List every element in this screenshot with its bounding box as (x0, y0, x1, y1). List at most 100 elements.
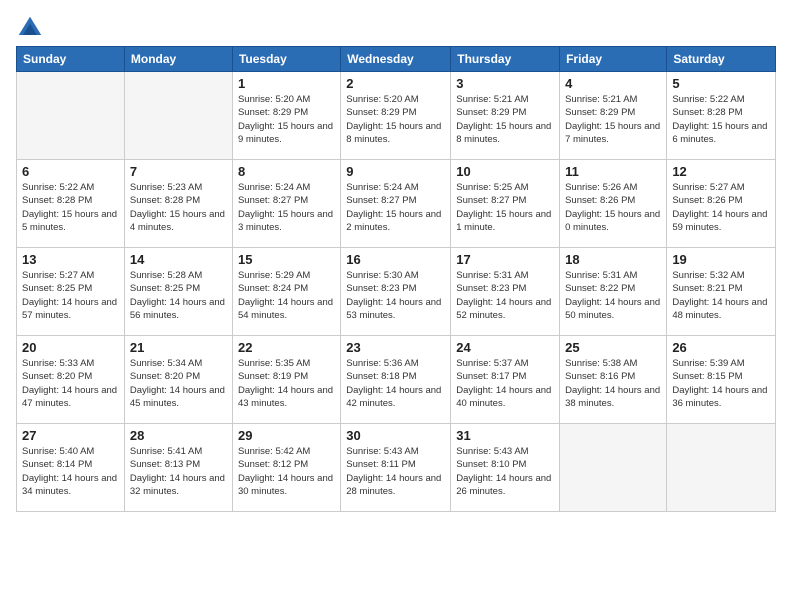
calendar-cell: 28 Sunrise: 5:41 AMSunset: 8:13 PMDayligh… (124, 424, 232, 512)
day-number: 13 (22, 252, 119, 267)
calendar-cell: 15 Sunrise: 5:29 AMSunset: 8:24 PMDayligh… (232, 248, 340, 336)
weekday-header: Friday (560, 47, 667, 72)
weekday-header: Saturday (667, 47, 776, 72)
calendar-cell: 29 Sunrise: 5:42 AMSunset: 8:12 PMDayligh… (232, 424, 340, 512)
day-info: Sunrise: 5:27 AMSunset: 8:26 PMDaylight:… (672, 181, 770, 234)
day-info: Sunrise: 5:43 AMSunset: 8:11 PMDaylight:… (346, 445, 445, 498)
day-number: 27 (22, 428, 119, 443)
calendar-cell: 16 Sunrise: 5:30 AMSunset: 8:23 PMDayligh… (341, 248, 451, 336)
weekday-header: Monday (124, 47, 232, 72)
day-info: Sunrise: 5:27 AMSunset: 8:25 PMDaylight:… (22, 269, 119, 322)
day-number: 7 (130, 164, 227, 179)
calendar-cell: 5 Sunrise: 5:22 AMSunset: 8:28 PMDaylight… (667, 72, 776, 160)
weekday-header: Thursday (451, 47, 560, 72)
day-number: 5 (672, 76, 770, 91)
weekday-row: SundayMondayTuesdayWednesdayThursdayFrid… (17, 47, 776, 72)
day-info: Sunrise: 5:26 AMSunset: 8:26 PMDaylight:… (565, 181, 661, 234)
calendar-cell (560, 424, 667, 512)
day-number: 19 (672, 252, 770, 267)
day-info: Sunrise: 5:36 AMSunset: 8:18 PMDaylight:… (346, 357, 445, 410)
day-info: Sunrise: 5:31 AMSunset: 8:22 PMDaylight:… (565, 269, 661, 322)
day-number: 12 (672, 164, 770, 179)
day-info: Sunrise: 5:22 AMSunset: 8:28 PMDaylight:… (22, 181, 119, 234)
calendar-cell: 30 Sunrise: 5:43 AMSunset: 8:11 PMDayligh… (341, 424, 451, 512)
day-info: Sunrise: 5:31 AMSunset: 8:23 PMDaylight:… (456, 269, 554, 322)
page: SundayMondayTuesdayWednesdayThursdayFrid… (0, 0, 792, 612)
calendar-cell: 19Sunrise: 5:32 AMSunset: 8:21 PMDayligh… (667, 248, 776, 336)
calendar-cell: 13 Sunrise: 5:27 AMSunset: 8:25 PMDayligh… (17, 248, 125, 336)
day-number: 29 (238, 428, 335, 443)
calendar-cell: 11 Sunrise: 5:26 AMSunset: 8:26 PMDayligh… (560, 160, 667, 248)
day-number: 28 (130, 428, 227, 443)
day-number: 3 (456, 76, 554, 91)
calendar-cell: 24Sunrise: 5:37 AMSunset: 8:17 PMDayligh… (451, 336, 560, 424)
day-info: Sunrise: 5:38 AMSunset: 8:16 PMDaylight:… (565, 357, 661, 410)
calendar-cell: 23 Sunrise: 5:36 AMSunset: 8:18 PMDayligh… (341, 336, 451, 424)
day-number: 20 (22, 340, 119, 355)
day-info: Sunrise: 5:34 AMSunset: 8:20 PMDaylight:… (130, 357, 227, 410)
week-row: 1Sunrise: 5:20 AMSunset: 8:29 PMDaylight… (17, 72, 776, 160)
calendar-cell: 18 Sunrise: 5:31 AMSunset: 8:22 PMDayligh… (560, 248, 667, 336)
day-info: Sunrise: 5:24 AMSunset: 8:27 PMDaylight:… (238, 181, 335, 234)
day-info: Sunrise: 5:30 AMSunset: 8:23 PMDaylight:… (346, 269, 445, 322)
day-info: Sunrise: 5:40 AMSunset: 8:14 PMDaylight:… (22, 445, 119, 498)
day-info: Sunrise: 5:25 AMSunset: 8:27 PMDaylight:… (456, 181, 554, 234)
calendar-cell: 14Sunrise: 5:28 AMSunset: 8:25 PMDayligh… (124, 248, 232, 336)
day-number: 1 (238, 76, 335, 91)
header (16, 10, 776, 42)
week-row: 13 Sunrise: 5:27 AMSunset: 8:25 PMDayligh… (17, 248, 776, 336)
day-number: 21 (130, 340, 227, 355)
day-number: 10 (456, 164, 554, 179)
day-number: 15 (238, 252, 335, 267)
day-number: 11 (565, 164, 661, 179)
day-number: 9 (346, 164, 445, 179)
day-info: Sunrise: 5:23 AMSunset: 8:28 PMDaylight:… (130, 181, 227, 234)
day-number: 16 (346, 252, 445, 267)
calendar-cell: 26Sunrise: 5:39 AMSunset: 8:15 PMDayligh… (667, 336, 776, 424)
week-row: 27 Sunrise: 5:40 AMSunset: 8:14 PMDayligh… (17, 424, 776, 512)
day-number: 18 (565, 252, 661, 267)
day-info: Sunrise: 5:24 AMSunset: 8:27 PMDaylight:… (346, 181, 445, 234)
day-info: Sunrise: 5:43 AMSunset: 8:10 PMDaylight:… (456, 445, 554, 498)
calendar-cell: 31Sunrise: 5:43 AMSunset: 8:10 PMDayligh… (451, 424, 560, 512)
day-number: 17 (456, 252, 554, 267)
calendar-cell: 6Sunrise: 5:22 AMSunset: 8:28 PMDaylight… (17, 160, 125, 248)
calendar-cell: 8 Sunrise: 5:24 AMSunset: 8:27 PMDaylight… (232, 160, 340, 248)
day-number: 26 (672, 340, 770, 355)
calendar-cell: 12 Sunrise: 5:27 AMSunset: 8:26 PMDayligh… (667, 160, 776, 248)
calendar-cell: 22Sunrise: 5:35 AMSunset: 8:19 PMDayligh… (232, 336, 340, 424)
day-number: 30 (346, 428, 445, 443)
day-number: 4 (565, 76, 661, 91)
day-info: Sunrise: 5:42 AMSunset: 8:12 PMDaylight:… (238, 445, 335, 498)
calendar-cell (667, 424, 776, 512)
day-info: Sunrise: 5:37 AMSunset: 8:17 PMDaylight:… (456, 357, 554, 410)
calendar-cell: 25 Sunrise: 5:38 AMSunset: 8:16 PMDayligh… (560, 336, 667, 424)
day-number: 23 (346, 340, 445, 355)
calendar-header: SundayMondayTuesdayWednesdayThursdayFrid… (17, 47, 776, 72)
day-info: Sunrise: 5:33 AMSunset: 8:20 PMDaylight:… (22, 357, 119, 410)
calendar-cell: 1Sunrise: 5:20 AMSunset: 8:29 PMDaylight… (232, 72, 340, 160)
day-number: 25 (565, 340, 661, 355)
day-info: Sunrise: 5:22 AMSunset: 8:28 PMDaylight:… (672, 93, 770, 146)
calendar-cell: 27 Sunrise: 5:40 AMSunset: 8:14 PMDayligh… (17, 424, 125, 512)
week-row: 6Sunrise: 5:22 AMSunset: 8:28 PMDaylight… (17, 160, 776, 248)
calendar-cell: 2Sunrise: 5:20 AMSunset: 8:29 PMDaylight… (341, 72, 451, 160)
calendar-cell: 20 Sunrise: 5:33 AMSunset: 8:20 PMDayligh… (17, 336, 125, 424)
calendar-body: 1Sunrise: 5:20 AMSunset: 8:29 PMDaylight… (17, 72, 776, 512)
day-info: Sunrise: 5:29 AMSunset: 8:24 PMDaylight:… (238, 269, 335, 322)
day-info: Sunrise: 5:28 AMSunset: 8:25 PMDaylight:… (130, 269, 227, 322)
calendar-cell: 3 Sunrise: 5:21 AMSunset: 8:29 PMDaylight… (451, 72, 560, 160)
day-info: Sunrise: 5:21 AMSunset: 8:29 PMDaylight:… (565, 93, 661, 146)
logo-icon (16, 14, 44, 42)
day-info: Sunrise: 5:21 AMSunset: 8:29 PMDaylight:… (456, 93, 554, 146)
day-info: Sunrise: 5:41 AMSunset: 8:13 PMDaylight:… (130, 445, 227, 498)
calendar-cell: 10 Sunrise: 5:25 AMSunset: 8:27 PMDayligh… (451, 160, 560, 248)
calendar-cell (17, 72, 125, 160)
calendar-cell: 17 Sunrise: 5:31 AMSunset: 8:23 PMDayligh… (451, 248, 560, 336)
weekday-header: Wednesday (341, 47, 451, 72)
day-number: 8 (238, 164, 335, 179)
calendar-cell: 4 Sunrise: 5:21 AMSunset: 8:29 PMDaylight… (560, 72, 667, 160)
day-info: Sunrise: 5:35 AMSunset: 8:19 PMDaylight:… (238, 357, 335, 410)
calendar: SundayMondayTuesdayWednesdayThursdayFrid… (16, 46, 776, 512)
day-number: 2 (346, 76, 445, 91)
